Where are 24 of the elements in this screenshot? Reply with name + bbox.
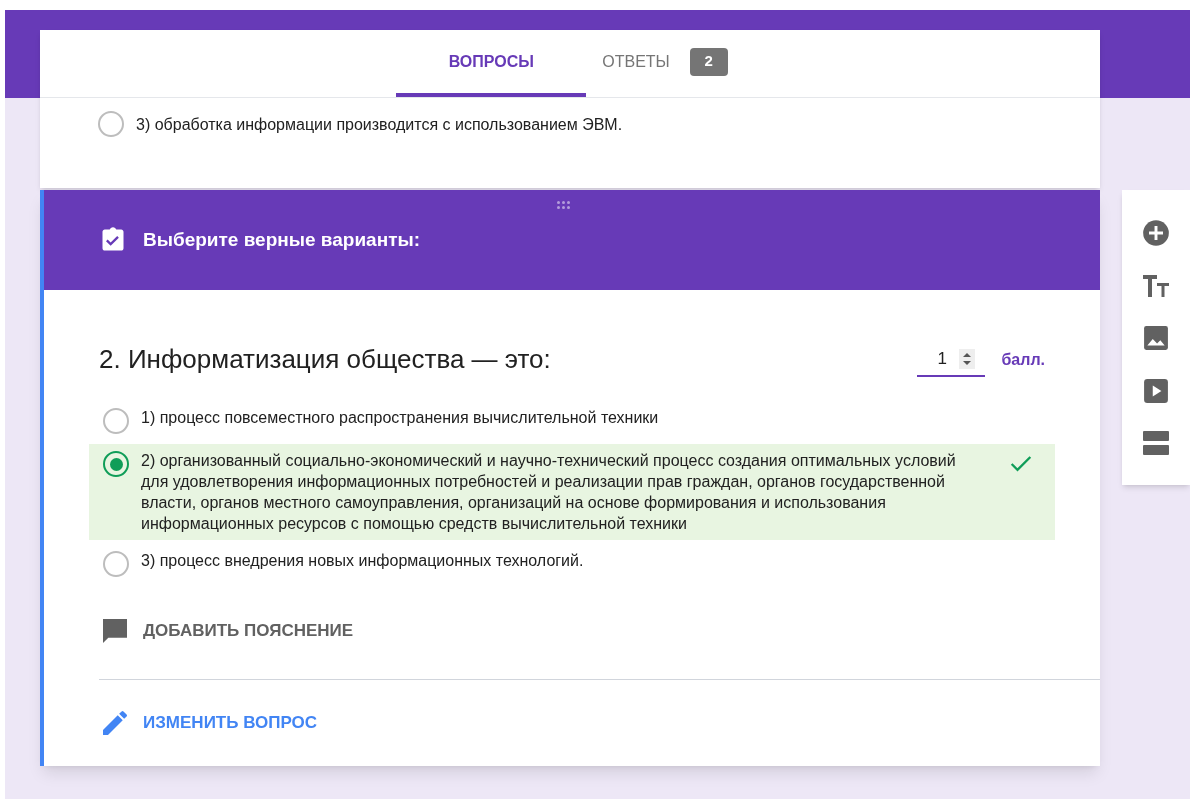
section-title: Выберите верные варианты: (143, 227, 421, 252)
radio-button[interactable] (103, 408, 129, 434)
option-label: 3) процесс внедрения новых информационных технологий. (141, 551, 584, 571)
drag-handle-icon[interactable] (557, 201, 570, 209)
add-explanation-button[interactable]: ДОБАВИТЬ ПОЯСНЕНИЕ (143, 618, 354, 644)
stepper-icon[interactable] (958, 348, 975, 369)
tab[interactable]: ОТВЕТЫ 2 (586, 30, 744, 97)
count-badge: 2 (689, 47, 728, 76)
video-icon[interactable] (1143, 377, 1169, 404)
points-unit: балл. (1001, 349, 1045, 370)
text-size-icon[interactable] (1141, 273, 1171, 300)
edit-question-button[interactable]: ИЗМЕНИТЬ ВОПРОС (143, 710, 318, 736)
add-icon[interactable] (1142, 219, 1170, 248)
option-label: 2) организованный социально-экономический и научно-технический процесс создания оптимальных условий для удовлетворения информационных потребностей и реализации прав граждан, органов государственной власти, органов местного самоуправления, организаций на основе формирования и использования информационных ресурсов с помощью средств вычислительной техники (141, 451, 957, 534)
radio-button[interactable] (98, 111, 124, 137)
tab[interactable]: ВОПРОСЫ (396, 30, 587, 97)
image-icon[interactable] (1143, 325, 1169, 352)
points-field[interactable]: 1 (917, 342, 986, 377)
question-title: 2. Информатизация общества — это: (99, 343, 552, 376)
radio-button[interactable] (103, 451, 129, 477)
section-icon[interactable] (1142, 429, 1170, 456)
option-label: 3) обработка информации производится с использованием ЭВМ. (136, 114, 623, 135)
radio-button[interactable] (103, 551, 129, 577)
option-label: 1) процесс повсеместного распространения вычислительной техники (141, 408, 659, 428)
